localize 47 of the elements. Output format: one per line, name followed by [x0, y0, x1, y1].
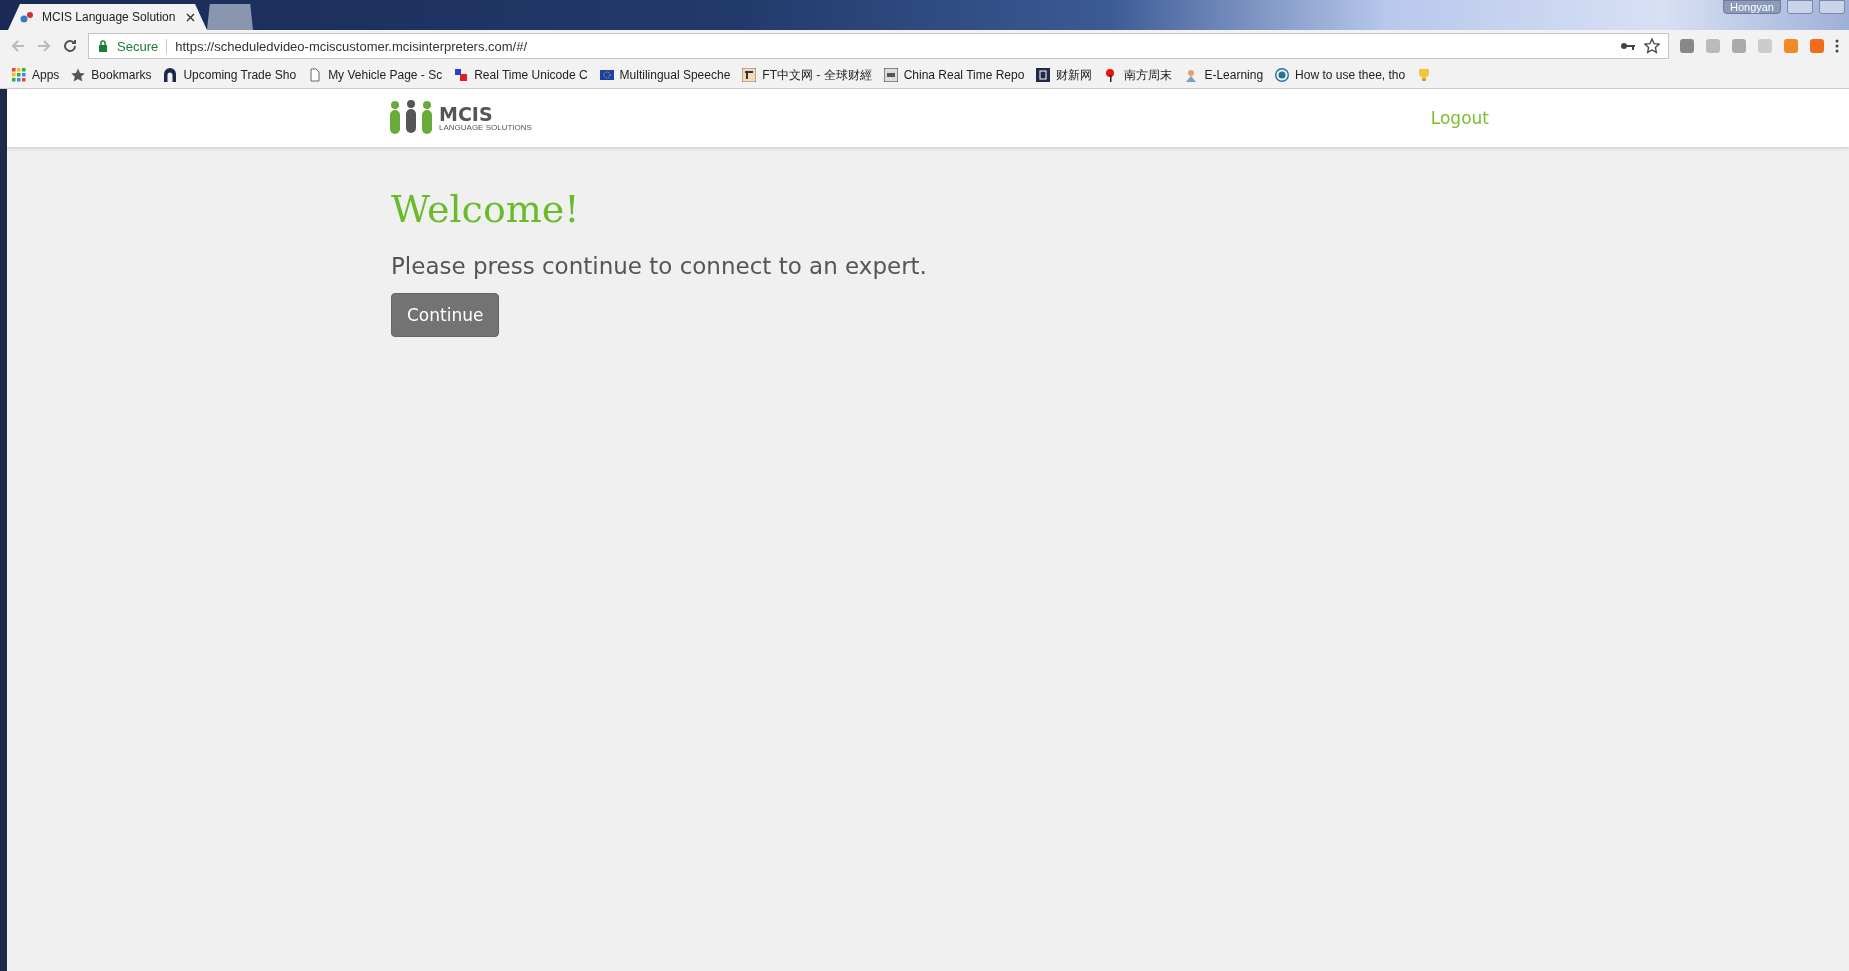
logo-tagline: LANGUAGE SOLUTIONS: [439, 123, 532, 132]
arch-icon: [163, 68, 178, 82]
droplets-icon: [20, 10, 34, 24]
extension-icon[interactable]: [1731, 38, 1747, 54]
menu-icon[interactable]: [1835, 39, 1839, 53]
extension-icon[interactable]: [1679, 38, 1695, 54]
address-bar[interactable]: Secure https://scheduledvideo-mciscustomer.mcisinterpreters.com/#/: [88, 33, 1669, 59]
bookmark[interactable]: Real Time Unicode C: [454, 68, 588, 82]
bookmark[interactable]: Apps: [12, 68, 60, 82]
apps-grid-icon: [12, 68, 26, 82]
bookmark[interactable]: My Vehicle Page - Sc: [308, 68, 443, 82]
lock-icon: [97, 40, 109, 52]
bookmark[interactable]: 南方周末: [1104, 66, 1173, 84]
learning-icon: [1184, 68, 1199, 82]
bookmark[interactable]: FT中文网 - 全球财經: [742, 66, 872, 84]
key-icon[interactable]: [1620, 40, 1636, 52]
bookmark[interactable]: [1417, 68, 1432, 82]
reload-icon[interactable]: [62, 38, 78, 54]
trophy-icon: [1417, 68, 1432, 82]
bookmark[interactable]: Bookmarks: [71, 68, 152, 82]
browser-tab[interactable]: MCIS Language Solution: [8, 4, 207, 30]
forward-icon[interactable]: [36, 38, 52, 54]
close-icon[interactable]: [186, 12, 195, 22]
flag-icon: [599, 68, 614, 82]
bookmark[interactable]: China Real Time Repo: [883, 68, 1025, 82]
tab-title: MCIS Language Solution: [42, 10, 177, 24]
maximize-button[interactable]: [1819, 0, 1845, 14]
star-icon[interactable]: [1644, 38, 1660, 54]
bookmark[interactable]: 财新网: [1036, 66, 1093, 84]
logo-text: MCIS: [439, 104, 494, 124]
bookmark[interactable]: Upcoming Trade Sho: [163, 68, 297, 82]
welcome-heading: Welcome!: [391, 187, 580, 231]
star-icon: [71, 68, 86, 82]
bookmark[interactable]: How to use thee, tho: [1275, 68, 1406, 82]
browser-tab[interactable]: [207, 4, 253, 30]
bookmark[interactable]: E-Learning: [1184, 68, 1264, 82]
extension-icon[interactable]: [1809, 38, 1825, 54]
bookmark[interactable]: Multilingual Speeche: [599, 68, 731, 82]
security-label: Secure: [117, 38, 168, 54]
continue-button[interactable]: Continue: [391, 293, 500, 337]
minimize-button[interactable]: [1787, 0, 1813, 14]
people-logo-icon: [387, 100, 435, 136]
page-icon: [308, 68, 323, 82]
instruction-text: Please press continue to connect to an expert.: [391, 253, 927, 279]
back-icon[interactable]: [10, 38, 26, 54]
url-text: https://scheduledvideo-mciscustomer.mcisinterpreters.com/#/: [175, 38, 529, 54]
unicode-icon: [454, 68, 469, 82]
